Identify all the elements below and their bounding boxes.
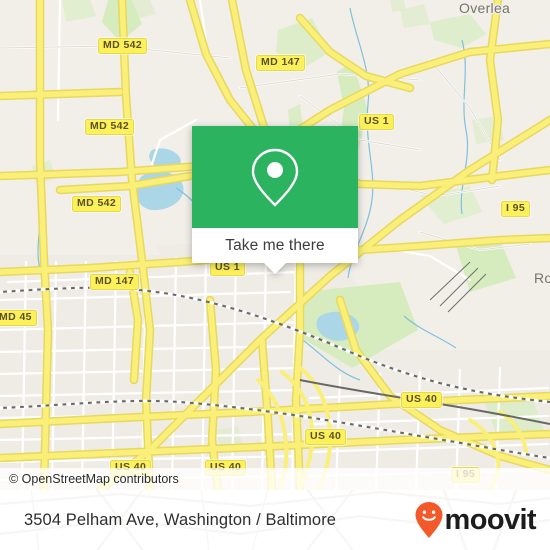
map-attribution-bar: © OpenStreetMap contributors <box>0 468 550 490</box>
map-screen: Overlea Ro MD 542 MD 147 US 1 MD 542 MD … <box>0 0 550 550</box>
take-me-there-label: Take me there <box>225 236 325 254</box>
location-address-label: 3504 Pelham Ave, Washington / Baltimore <box>24 510 337 529</box>
road-shield-md-542-west[interactable]: MD 542 <box>72 196 122 212</box>
road-shield-md-542-north[interactable]: MD 542 <box>98 38 148 54</box>
moovit-smiley-pin-icon <box>415 502 443 538</box>
popup-card-header <box>192 126 358 228</box>
place-label-rosedale: Ro <box>534 270 550 286</box>
place-label-overlea: Overlea <box>459 0 511 16</box>
map-canvas[interactable]: Overlea Ro MD 542 MD 147 US 1 MD 542 MD … <box>0 0 550 490</box>
moovit-wordmark: moovit <box>444 503 537 536</box>
attribution-text[interactable]: © OpenStreetMap contributors <box>0 472 179 486</box>
footer-bar: 3504 Pelham Ave, Washington / Baltimore … <box>0 490 550 550</box>
location-popup-card[interactable]: Take me there <box>192 126 358 274</box>
road-shield-us-40-center[interactable]: US 40 <box>305 429 347 445</box>
take-me-there-button[interactable]: Take me there <box>192 228 358 274</box>
road-shield-md-45[interactable]: MD 45 <box>0 310 37 326</box>
popup-card-tail <box>264 263 286 274</box>
moovit-logo[interactable]: moovit <box>414 501 537 539</box>
location-pin-icon <box>251 148 299 207</box>
road-shield-md-147-south[interactable]: MD 147 <box>90 274 140 290</box>
road-shield-md-147-north[interactable]: MD 147 <box>256 55 306 71</box>
road-shield-us-40-east[interactable]: US 40 <box>401 392 443 408</box>
road-shield-us-1-north[interactable]: US 1 <box>359 114 394 130</box>
road-shield-i-95-east[interactable]: I 95 <box>501 201 531 217</box>
road-shield-md-542-mid[interactable]: MD 542 <box>85 119 135 135</box>
